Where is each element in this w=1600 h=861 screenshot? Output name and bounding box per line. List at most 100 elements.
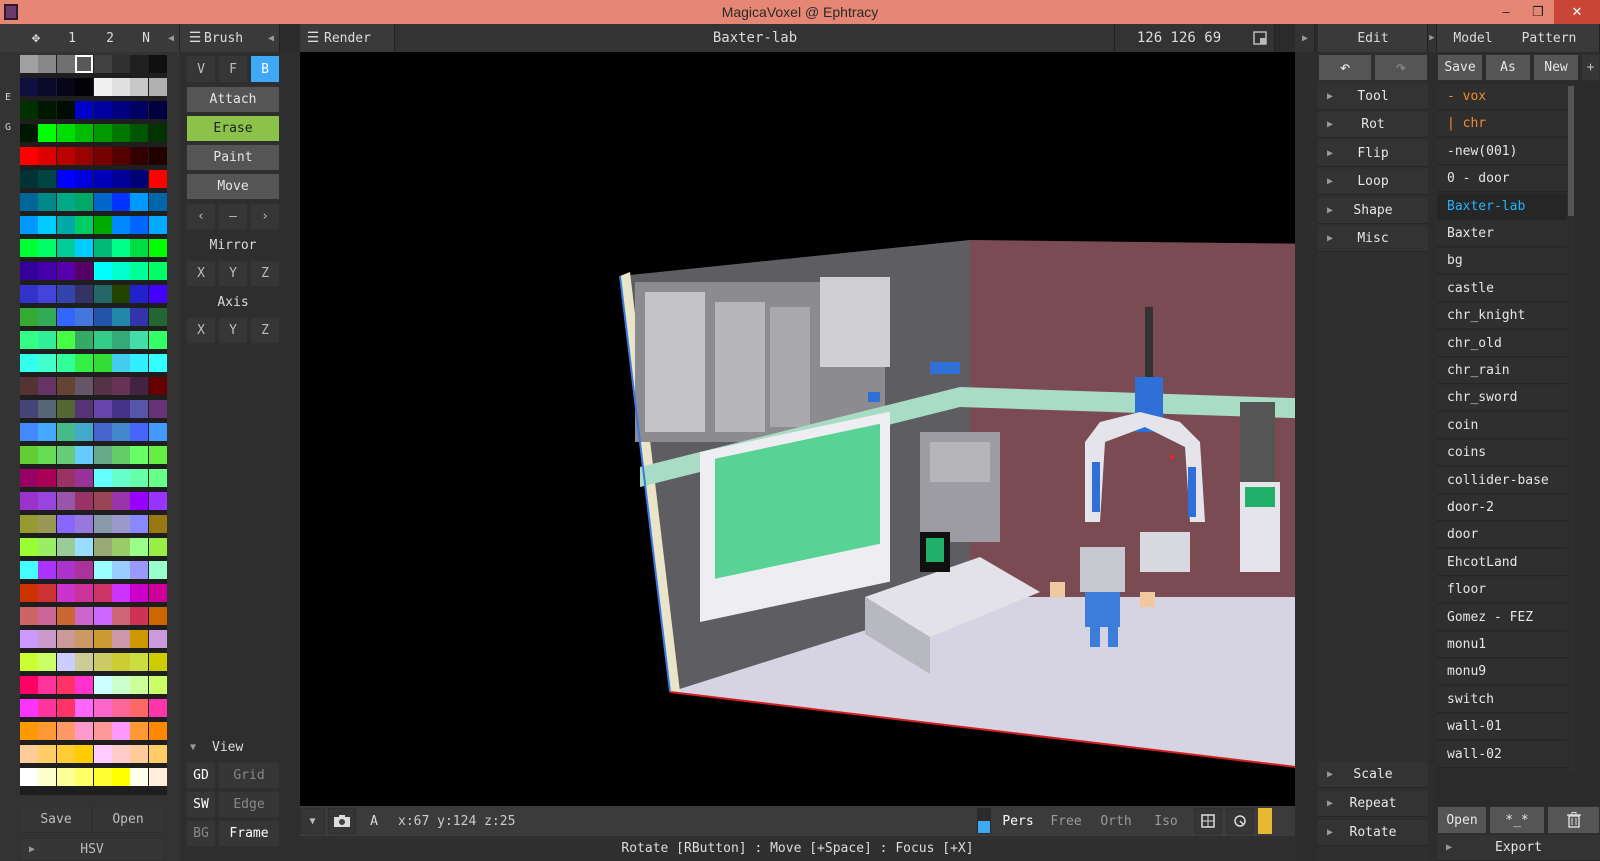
palette-swatch[interactable] [148,170,167,188]
palette-swatch[interactable] [130,308,149,326]
palette-swatch[interactable] [20,170,38,188]
brush-reset-button[interactable]: – [218,203,248,230]
palette-swatch[interactable] [148,285,167,303]
palette-swatch[interactable] [130,515,149,533]
palette-move-icon[interactable]: ✥ [22,24,50,52]
palette-swatch[interactable] [93,170,112,188]
palette-swatch[interactable] [112,239,130,257]
erase-button[interactable]: Erase [186,115,280,142]
file-list-scrollbar[interactable] [1567,84,1575,774]
palette-swatch[interactable] [38,584,57,602]
palette-swatch[interactable] [56,193,75,211]
palette-swatch[interactable] [75,193,94,211]
palette-swatch[interactable] [56,170,75,188]
palette-swatch[interactable] [148,584,167,602]
axis-z-button[interactable]: Z [250,317,280,344]
palette-swatch[interactable] [112,377,130,395]
file-list-item[interactable]: monu9 [1437,659,1567,686]
close-button[interactable]: ✕ [1554,0,1600,24]
palette-swatch[interactable] [20,584,38,602]
view-sw-button[interactable]: SW [186,791,216,818]
palette-swatch[interactable] [75,101,94,119]
palette-swatch[interactable] [112,124,130,142]
view-section[interactable]: ▼ View [186,734,280,760]
brush-next-button[interactable]: › [250,203,280,230]
palette-swatch[interactable] [75,515,94,533]
palette-swatch[interactable] [20,193,38,211]
palette-swatch[interactable] [56,469,75,487]
palette-swatch[interactable] [130,354,149,372]
palette-swatch[interactable] [75,630,94,648]
grid-view-icon[interactable] [1194,808,1222,834]
palette-swatch[interactable] [56,630,75,648]
palette-swatch[interactable] [38,262,57,280]
palette-swatch[interactable] [75,768,94,786]
palette-swatch[interactable] [20,722,38,740]
edit-shape-row[interactable]: ▶ Shape [1318,198,1428,224]
palette-swatch[interactable] [148,308,167,326]
viewport-menu-icon[interactable]: ▼ [300,808,325,834]
palette-swatch[interactable] [130,239,149,257]
palette-swatch[interactable] [148,515,167,533]
palette-swatch[interactable] [93,124,112,142]
palette-swatch[interactable] [75,561,94,579]
palette-swatch[interactable] [38,308,57,326]
palette-swatch[interactable] [112,354,130,372]
view-frame-button[interactable]: Frame [218,820,280,847]
palette-swatch[interactable] [56,722,75,740]
file-list-item[interactable]: door-2 [1437,495,1567,521]
palette-swatch[interactable] [75,124,94,142]
palette-swatch[interactable] [38,78,57,96]
palette-swatch[interactable] [93,722,112,740]
palette-swatch[interactable] [112,285,130,303]
palette-swatch[interactable] [130,331,149,349]
palette-swatch[interactable] [93,676,112,694]
palette-swatch[interactable] [75,354,94,372]
file-list-item[interactable]: castle [1437,275,1567,302]
edit-rot-row[interactable]: ▶ Rot [1318,112,1428,138]
model-dimensions[interactable]: 126 126 69 [1115,24,1243,52]
palette-swatch[interactable] [130,101,149,119]
palette-tab-n[interactable]: N [134,24,158,52]
model-smile-button[interactable]: *_* [1489,806,1545,834]
palette-swatch[interactable] [148,653,167,671]
collapse-viewport-icon[interactable]: ▶ [1295,24,1315,52]
palette-swatch[interactable] [130,584,149,602]
file-list-item[interactable]: coins [1437,440,1567,467]
palette-swatch[interactable] [75,745,94,763]
palette-swatch[interactable] [38,699,57,717]
palette-swatch[interactable] [38,653,57,671]
palette-swatch[interactable] [148,423,167,441]
palette-swatch[interactable] [56,699,75,717]
palette-swatch[interactable] [93,78,112,96]
palette-swatch[interactable] [75,538,94,556]
palette-swatch[interactable] [130,216,149,234]
palette-swatch[interactable] [148,377,167,395]
palette-swatch[interactable] [75,446,94,464]
palette-swatch[interactable] [148,538,167,556]
paint-button[interactable]: Paint [186,144,280,171]
palette-swatch[interactable] [148,239,167,257]
palette-swatch[interactable] [75,584,94,602]
render-menu-icon[interactable]: ☰ [306,24,320,52]
palette-swatch[interactable] [93,331,112,349]
palette-swatch[interactable] [38,147,57,165]
palette-swatch[interactable] [112,561,130,579]
palette-swatch[interactable] [20,354,38,372]
viewport-3d[interactable] [300,52,1295,806]
palette-swatch[interactable] [148,676,167,694]
palette-swatch[interactable] [56,262,75,280]
view-gd-button[interactable]: GD [186,762,216,789]
palette-swatch[interactable] [20,653,38,671]
file-list-item[interactable]: bg [1437,248,1567,275]
palette-swatch[interactable] [93,308,112,326]
palette-swatch[interactable] [20,699,38,717]
palette-swatch[interactable] [38,492,57,510]
palette-swatch[interactable] [20,262,38,280]
palette-swatch[interactable] [93,745,112,763]
palette-swatch[interactable] [38,101,57,119]
palette-swatch[interactable] [75,400,94,418]
palette-swatch[interactable] [148,147,167,165]
palette-swatch[interactable] [56,377,75,395]
palette-swatch[interactable] [148,699,167,717]
